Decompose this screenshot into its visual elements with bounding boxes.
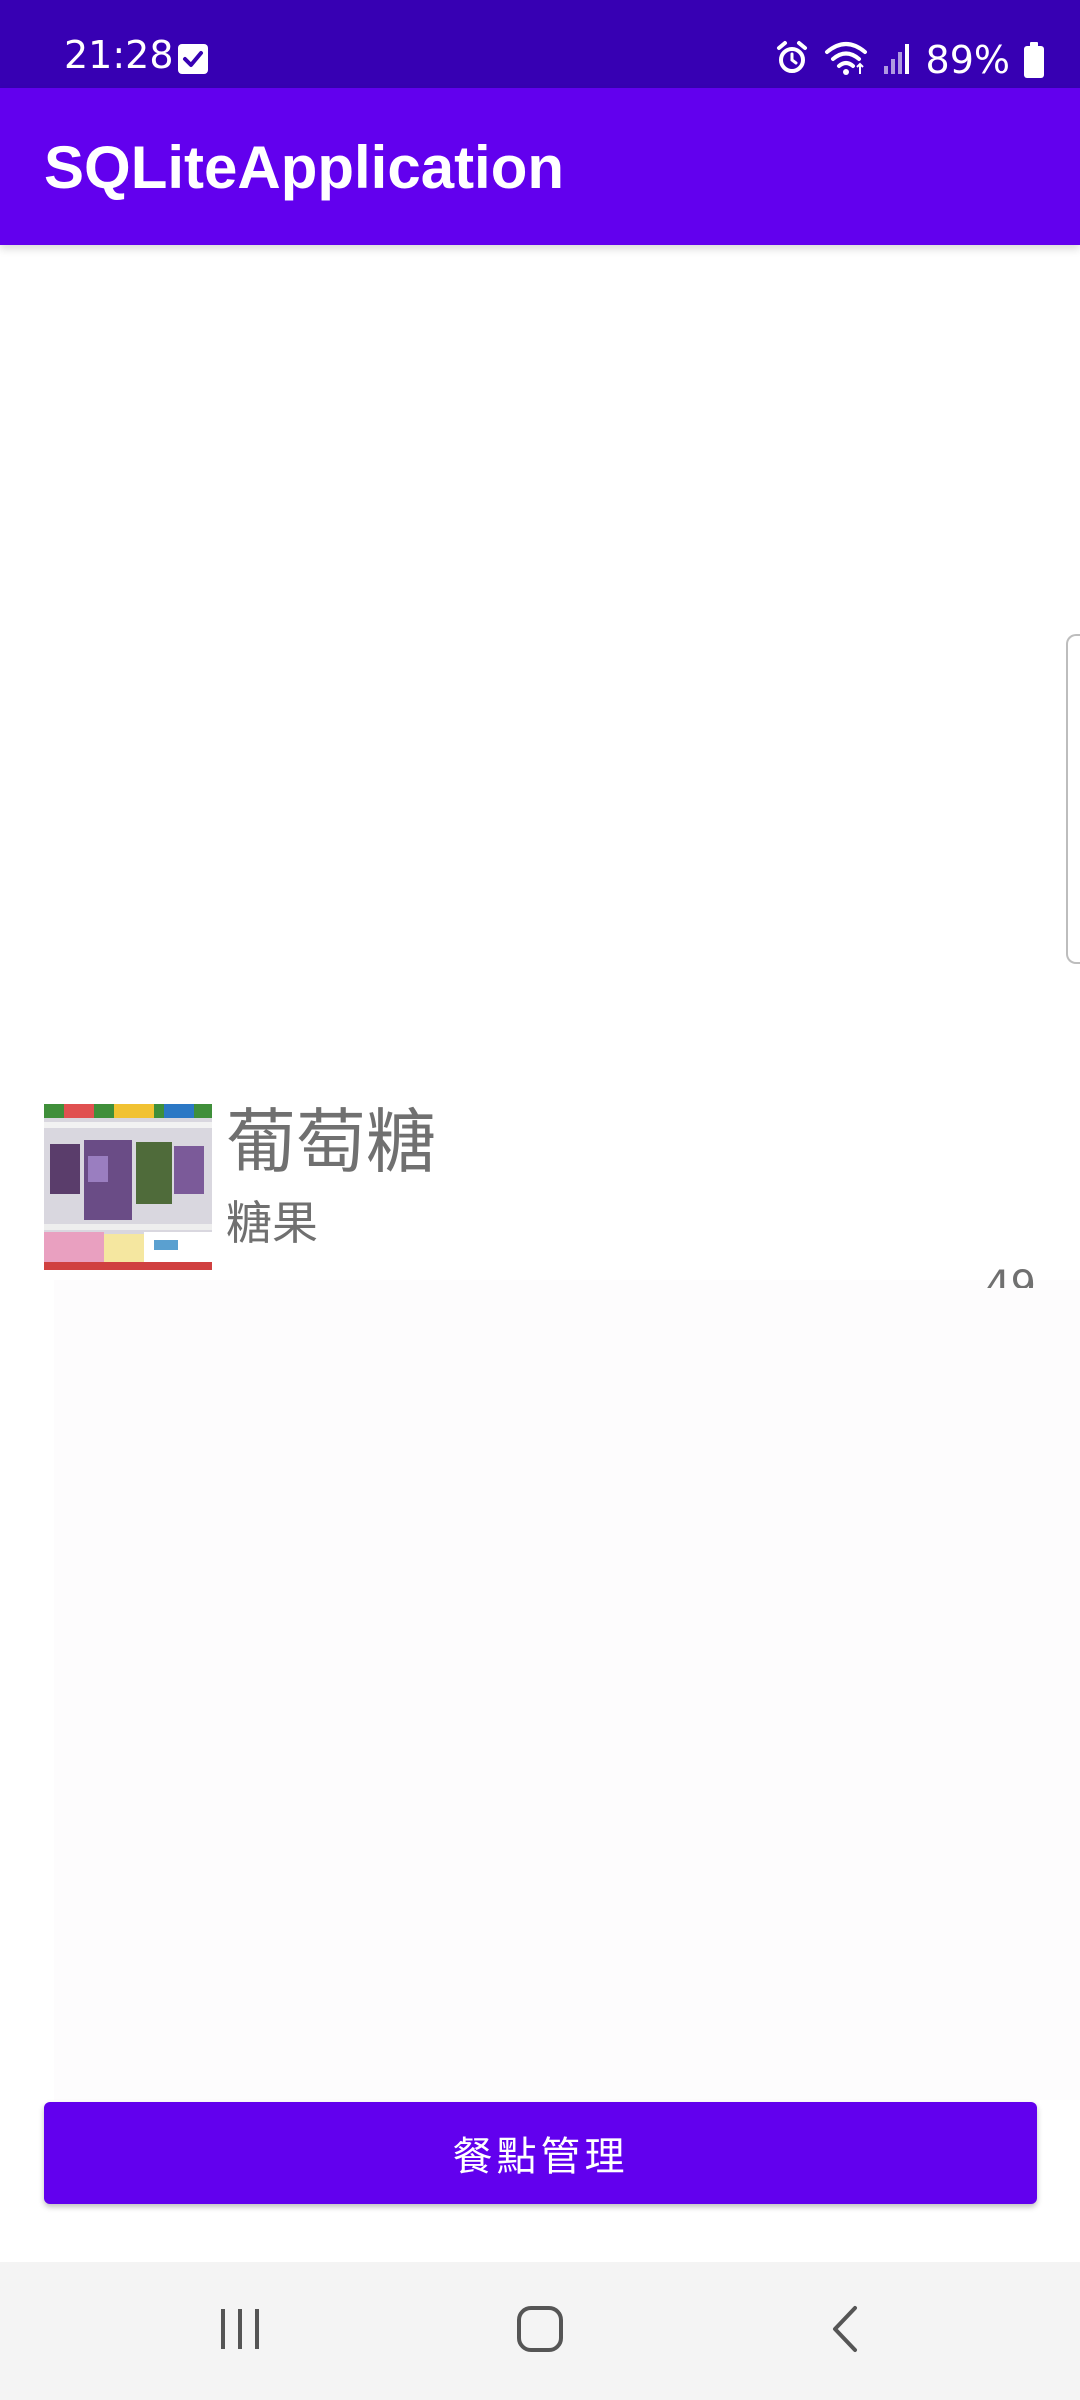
battery-percent: 89%: [925, 38, 1010, 82]
recent-apps-icon: [215, 2307, 265, 2355]
app-bar: SQLiteApplication: [0, 88, 1080, 245]
status-time: 21:28: [64, 33, 174, 77]
check-icon: [178, 44, 208, 74]
recent-apps-button[interactable]: [140, 2262, 340, 2400]
back-button[interactable]: [745, 2262, 945, 2400]
edge-panel-handle[interactable]: [1066, 634, 1080, 964]
manage-meals-button[interactable]: 餐點管理: [44, 2102, 1037, 2204]
item-name: 葡萄糖: [226, 1101, 436, 1183]
nav-bar: [0, 2262, 1080, 2400]
status-bar: 21:28 89%: [0, 0, 1080, 88]
item-thumbnail: [44, 1104, 212, 1270]
app-title: SQLiteApplication: [44, 134, 565, 201]
alarm-icon: [774, 40, 810, 80]
screen: 21:28 89% SQLiteApplication 葡萄糖 糖果 49 餐點…: [0, 0, 1080, 2400]
item-price: 49: [985, 1263, 1036, 1288]
item-category: 糖果: [226, 1196, 318, 1250]
home-icon: [515, 2304, 565, 2358]
battery-icon: [1024, 42, 1044, 78]
item-price-clip: 49: [956, 1262, 1036, 1288]
signal-icon: [882, 40, 912, 80]
list-area: [54, 1280, 1080, 2100]
home-button[interactable]: [440, 2262, 640, 2400]
back-icon: [827, 2304, 863, 2358]
wifi-icon: [824, 40, 868, 80]
status-icons: 89%: [774, 36, 1044, 84]
